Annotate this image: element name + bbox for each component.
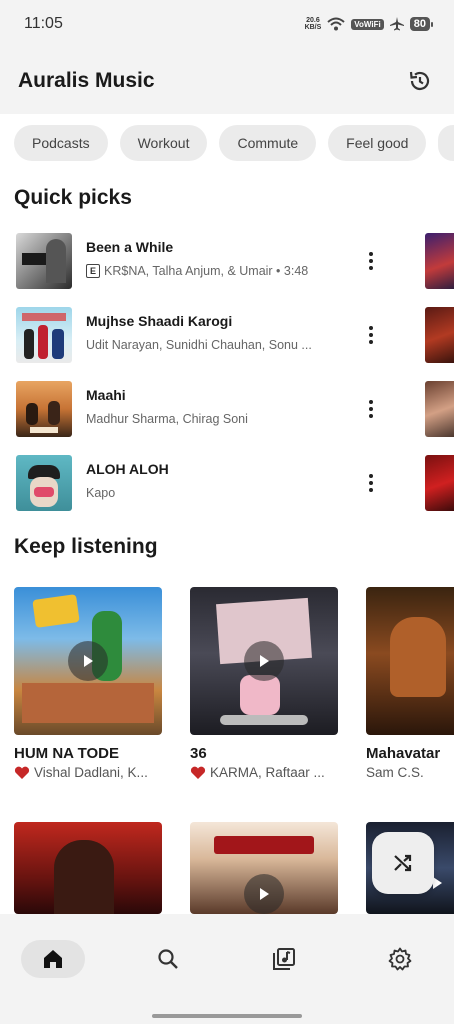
more-options-button[interactable] xyxy=(362,395,380,423)
album-art xyxy=(366,587,454,735)
gesture-bar xyxy=(152,1014,302,1018)
nav-search[interactable] xyxy=(136,940,200,978)
heart-icon xyxy=(14,766,30,779)
nav-settings[interactable] xyxy=(368,940,432,978)
explicit-badge: E xyxy=(86,264,100,278)
status-bar: 11:05 20.6 KB/S VoWiFi 80 xyxy=(0,0,454,48)
vowifi-badge: VoWiFi xyxy=(351,18,384,30)
song-subtitle: Kapo xyxy=(86,486,336,500)
status-icons: 20.6 KB/S VoWiFi 80 xyxy=(305,17,434,31)
chip-feel-good[interactable]: Feel good xyxy=(328,125,427,161)
more-options-button[interactable] xyxy=(362,469,380,497)
mood-chips: Podcasts Workout Commute Feel good xyxy=(0,114,454,172)
airplane-icon xyxy=(389,17,404,31)
song-title: Been a While xyxy=(86,239,174,255)
nav-library[interactable] xyxy=(252,940,316,978)
album-subtitle: KARMA, Raftaar ... xyxy=(190,765,340,780)
bottom-navigation xyxy=(0,914,454,1024)
shuffle-icon xyxy=(394,854,412,872)
nav-home[interactable] xyxy=(21,940,85,978)
album-card[interactable] xyxy=(190,822,338,914)
song-artists: Kapo xyxy=(86,486,116,500)
battery-indicator: 80 xyxy=(409,17,434,31)
quick-pick-row[interactable]: Mujhse Shaadi Karogi Udit Narayan, Sunid… xyxy=(16,307,454,363)
play-button[interactable] xyxy=(244,641,284,681)
history-button[interactable] xyxy=(404,65,436,97)
app-title: Auralis Music xyxy=(18,69,155,92)
album-art xyxy=(190,587,338,735)
net-speed-unit: KB/S xyxy=(304,24,322,31)
net-speed-value: 20.6 xyxy=(306,17,320,24)
heart-icon xyxy=(190,766,206,779)
play-button[interactable] xyxy=(244,874,284,914)
next-column-thumbnail[interactable] xyxy=(425,381,454,437)
song-artists: Madhur Sharma, Chirag Soni xyxy=(86,412,248,426)
more-options-button[interactable] xyxy=(362,247,380,275)
quick-pick-row[interactable]: ALOH ALOH Kapo xyxy=(16,455,454,511)
next-column-thumbnail[interactable] xyxy=(425,455,454,511)
song-artists: Udit Narayan, Sunidhi Chauhan, Sonu ... xyxy=(86,338,312,352)
song-subtitle: Udit Narayan, Sunidhi Chauhan, Sonu ... xyxy=(86,338,336,352)
song-artists: KR$NA, Talha Anjum, & Umair • 3:48 xyxy=(104,264,309,278)
quick-pick-row[interactable]: Maahi Madhur Sharma, Chirag Soni xyxy=(16,381,454,437)
wifi-icon xyxy=(327,17,345,31)
chip-workout[interactable]: Workout xyxy=(119,125,208,161)
song-thumbnail xyxy=(16,307,72,363)
song-subtitle: Madhur Sharma, Chirag Soni xyxy=(86,412,336,426)
keep-listening-heading: Keep listening xyxy=(14,535,158,558)
album-subtitle: Sam C.S. xyxy=(366,765,454,780)
album-subtitle: Vishal Dadlani, K... xyxy=(14,765,164,780)
album-artists: Vishal Dadlani, K... xyxy=(34,765,148,780)
play-button[interactable] xyxy=(68,641,108,681)
next-column-thumbnail[interactable] xyxy=(425,307,454,363)
album-artists: KARMA, Raftaar ... xyxy=(210,765,325,780)
album-art-detail xyxy=(214,836,314,854)
library-icon xyxy=(273,948,295,970)
settings-icon xyxy=(388,947,412,971)
play-icon xyxy=(260,655,269,667)
album-artists: Sam C.S. xyxy=(366,765,424,780)
album-card[interactable]: 36 KARMA, Raftaar ... xyxy=(190,587,338,787)
quick-pick-row[interactable]: Been a While E KR$NA, Talha Anjum, & Uma… xyxy=(16,233,454,289)
play-icon xyxy=(260,888,269,900)
play-icon xyxy=(84,655,93,667)
search-icon xyxy=(158,949,178,969)
song-subtitle: E KR$NA, Talha Anjum, & Umair • 3:48 xyxy=(86,264,336,278)
chip-podcasts[interactable]: Podcasts xyxy=(14,125,108,161)
song-thumbnail xyxy=(16,381,72,437)
album-card[interactable]: Mahavatar Sam C.S. xyxy=(366,587,454,787)
album-art-detail xyxy=(54,840,114,914)
status-time: 11:05 xyxy=(24,15,63,32)
album-title: 36 xyxy=(190,745,207,762)
more-options-button[interactable] xyxy=(362,321,380,349)
home-content: Quick picks Been a While E KR$NA, Talha … xyxy=(0,172,454,914)
shuffle-button[interactable] xyxy=(372,832,434,894)
song-title: Maahi xyxy=(86,387,126,403)
album-title: HUM NA TODE xyxy=(14,745,119,762)
song-title: ALOH ALOH xyxy=(86,461,169,477)
album-title: Mahavatar xyxy=(366,745,441,762)
chip-commute[interactable]: Commute xyxy=(219,125,317,161)
home-icon xyxy=(44,950,62,968)
app-header: Auralis Music xyxy=(0,48,454,114)
net-speed: 20.6 KB/S xyxy=(305,17,322,31)
song-thumbnail xyxy=(16,233,72,289)
song-thumbnail xyxy=(16,455,72,511)
song-title: Mujhse Shaadi Karogi xyxy=(86,313,233,329)
chip-more[interactable] xyxy=(438,125,454,161)
album-card[interactable] xyxy=(14,822,162,914)
album-card[interactable]: HUM NA TODE Vishal Dadlani, K... xyxy=(14,587,162,787)
album-art xyxy=(14,587,162,735)
history-icon xyxy=(409,71,430,90)
next-column-thumbnail[interactable] xyxy=(425,233,454,289)
quick-picks-heading: Quick picks xyxy=(14,186,132,209)
